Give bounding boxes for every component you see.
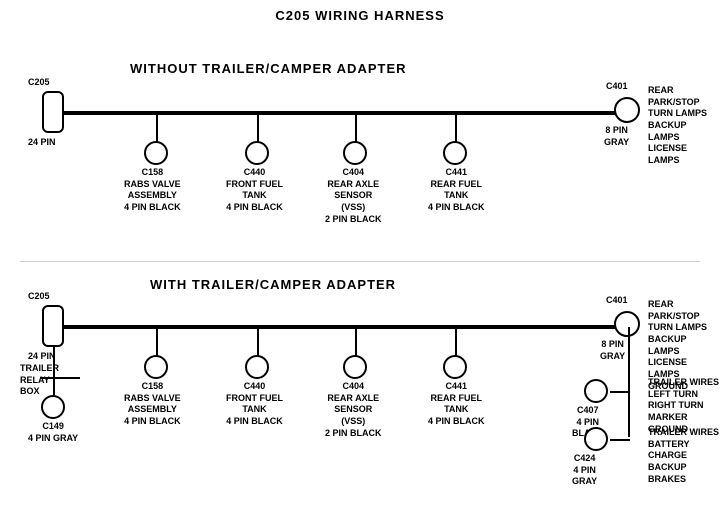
top-c404-label: C404REAR AXLESENSOR(VSS)2 PIN BLACK — [325, 167, 382, 225]
bottom-c158-label: C158RABS VALVEASSEMBLY4 PIN BLACK — [124, 381, 181, 428]
top-c441-circle — [443, 141, 467, 165]
top-c440-label: C440FRONT FUELTANK4 PIN BLACK — [226, 167, 283, 214]
bottom-c441-label: C441REAR FUELTANK4 PIN BLACK — [428, 381, 485, 428]
c407-circle — [584, 379, 608, 403]
top-hline — [62, 111, 632, 115]
top-c158-circle — [144, 141, 168, 165]
c424-label: C4244 PINGRAY — [572, 453, 597, 488]
top-c205-rect — [42, 91, 64, 133]
bottom-c205-label: C205 — [28, 291, 50, 303]
bottom-c205-rect — [42, 305, 64, 347]
c149-label: C1494 PIN GRAY — [28, 421, 78, 444]
bottom-c440-circle — [245, 355, 269, 379]
top-section-title: WITHOUT TRAILER/CAMPER ADAPTER — [130, 61, 407, 76]
top-c404-circle — [343, 141, 367, 165]
bottom-c440-label: C440FRONT FUELTANK4 PIN BLACK — [226, 381, 283, 428]
page-title: C205 WIRING HARNESS — [0, 0, 720, 23]
bottom-c441-vline — [455, 327, 457, 357]
top-c441-label: C441REAR FUELTANK4 PIN BLACK — [428, 167, 485, 214]
top-c441-vline — [455, 113, 457, 143]
c407-hline — [610, 391, 630, 393]
top-c401-circle — [614, 97, 640, 123]
bottom-c440-vline — [257, 327, 259, 357]
c424-circle — [584, 427, 608, 451]
bottom-c205-pin: 24 PIN — [28, 351, 56, 363]
c149-vline — [53, 377, 55, 397]
top-c401-pin: 8 PINGRAY — [604, 125, 629, 148]
top-c158-label: C158RABS VALVEASSEMBLY4 PIN BLACK — [124, 167, 181, 214]
top-c440-vline — [257, 113, 259, 143]
bottom-c404-vline — [355, 327, 357, 357]
bottom-section-title: WITH TRAILER/CAMPER ADAPTER — [150, 277, 396, 292]
top-c404-vline — [355, 113, 357, 143]
top-c158-vline — [156, 113, 158, 143]
bottom-c401-label: C401 — [606, 295, 628, 307]
bottom-c158-circle — [144, 355, 168, 379]
top-c205-label: C205 — [28, 77, 50, 89]
bottom-c404-label: C404REAR AXLESENSOR(VSS)2 PIN BLACK — [325, 381, 382, 439]
bottom-c158-vline — [156, 327, 158, 357]
bottom-hline — [62, 325, 632, 329]
top-c401-desc: REAR PARK/STOPTURN LAMPSBACKUP LAMPSLICE… — [648, 85, 720, 167]
c149-circle — [41, 395, 65, 419]
bottom-c404-circle — [343, 355, 367, 379]
bottom-c401-pin: 8 PINGRAY — [600, 339, 625, 362]
divider — [20, 261, 700, 262]
top-c401-label: C401 — [606, 81, 628, 93]
diagram-container: WITHOUT TRAILER/CAMPER ADAPTER C205 24 P… — [0, 23, 720, 523]
c424-hline — [610, 439, 630, 441]
bottom-c441-circle — [443, 355, 467, 379]
bottom-c401-circle — [614, 311, 640, 337]
top-c205-pin: 24 PIN — [28, 137, 56, 149]
top-c440-circle — [245, 141, 269, 165]
c424-desc: TRAILER WIRESBATTERY CHARGEBACKUPBRAKES — [648, 427, 720, 485]
right-branch-vline — [628, 327, 630, 437]
